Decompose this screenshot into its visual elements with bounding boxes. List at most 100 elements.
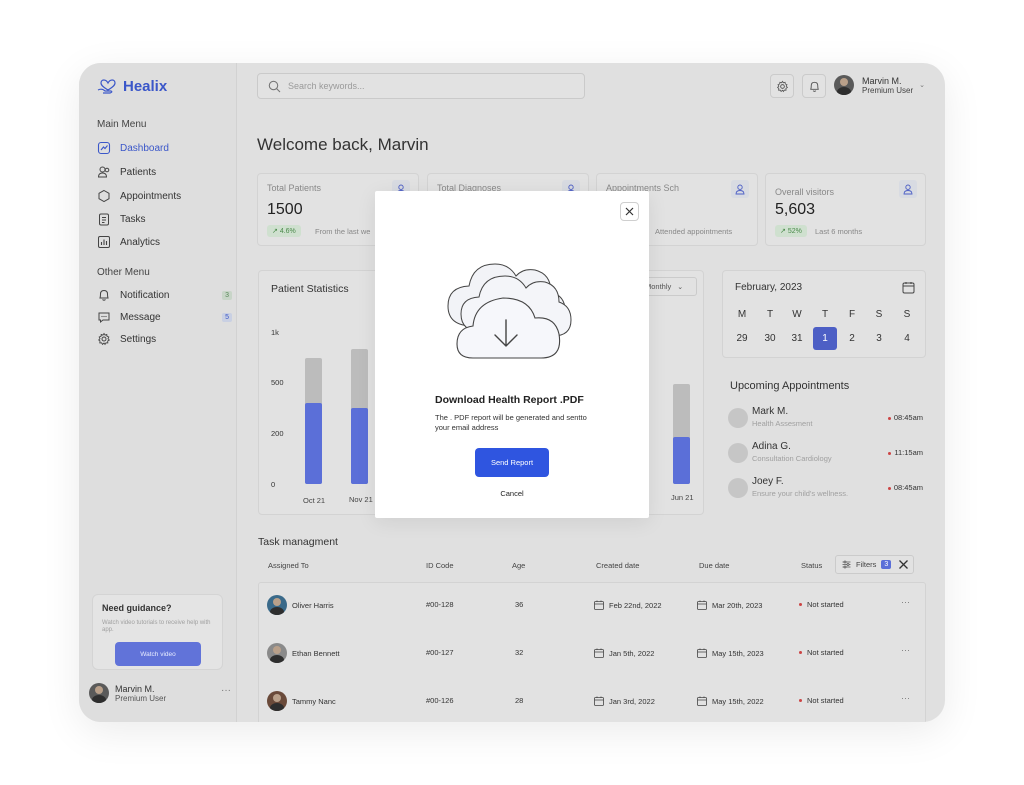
hexagon-icon: [97, 189, 111, 203]
calendar-weekday: T: [821, 309, 829, 320]
filter-icon: [842, 560, 851, 569]
appointment-name: Joey F.: [752, 476, 784, 487]
sidebar-item-settings[interactable]: Settings: [97, 332, 222, 346]
age-cell: 36: [515, 600, 524, 609]
close-icon[interactable]: [898, 559, 909, 570]
table-row[interactable]: Ethan Bennett #00-127 32 Jan 5th, 2022 May 1…: [259, 631, 927, 679]
sidebar-item-patients[interactable]: Patients: [97, 165, 222, 179]
sidebar-item-message[interactable]: Message 5: [97, 310, 232, 324]
notification-count-badge: 3: [222, 290, 232, 300]
calendar-day[interactable]: 29: [731, 333, 753, 344]
created-date-cell: Jan 3rd, 2022: [594, 696, 655, 706]
id-code-cell: #00-128: [426, 600, 454, 609]
appointment-item[interactable]: Joey F. Ensure your child's wellness. 08…: [728, 476, 923, 502]
watch-video-button[interactable]: Watch video: [115, 642, 201, 666]
cloud-download-icon: [447, 263, 572, 359]
task-table: Oliver Harris #00-128 36 Feb 22nd, 2022 Mar …: [258, 582, 926, 722]
created-date-cell: Feb 22nd, 2022: [594, 600, 662, 610]
calendar-month: February, 2023: [735, 282, 803, 293]
due-date: May 15th, 2023: [712, 648, 764, 658]
appointment-time: 08:45am: [888, 483, 923, 492]
table-row[interactable]: Oliver Harris #00-128 36 Feb 22nd, 2022 Mar …: [259, 583, 927, 631]
settings-button[interactable]: [770, 74, 794, 98]
logo[interactable]: Healix: [97, 77, 167, 95]
sidebar-item-notification[interactable]: Notification 3: [97, 288, 232, 302]
status-badge: Not started: [799, 696, 844, 705]
calendar-day[interactable]: 4: [896, 333, 918, 344]
stat-value: 1500: [267, 201, 303, 218]
gear-icon: [776, 80, 788, 92]
other-menu-heading: Other Menu: [97, 267, 150, 278]
avatar: [834, 75, 854, 95]
row-more-icon[interactable]: ···: [901, 597, 910, 607]
chart-bar-value: [673, 436, 690, 484]
task-section-title: Task managment: [258, 536, 338, 548]
avatar: [267, 691, 287, 711]
calendar-icon: [594, 648, 604, 658]
sidebar-item-label: Message: [120, 311, 161, 323]
chart-bar-value: [305, 403, 322, 484]
sidebar-user-profile[interactable]: Marvin M. Premium User ···: [89, 683, 231, 703]
column-header[interactable]: Due date: [699, 561, 729, 570]
appointment-desc: Consultation Cardiology: [752, 454, 832, 463]
calendar-day[interactable]: 2: [841, 333, 863, 344]
sidebar-item-appointments[interactable]: Appointments: [97, 189, 222, 203]
row-more-icon[interactable]: ···: [901, 645, 910, 655]
modal-close-button[interactable]: [620, 202, 639, 221]
sidebar-item-dashboard[interactable]: Dashboard: [97, 141, 222, 155]
appointment-item[interactable]: Mark M. Health Assesment 08:45am: [728, 406, 923, 432]
sidebar-item-tasks[interactable]: Tasks: [97, 212, 222, 226]
x-tick-label: Nov 21: [349, 495, 373, 504]
calendar-weekday: F: [848, 309, 856, 320]
column-header[interactable]: ID Code: [426, 561, 454, 570]
column-header[interactable]: Assigned To: [268, 561, 309, 570]
calendar-day[interactable]: 1: [813, 327, 837, 350]
download-report-modal: Download Health Report .PDF The . PDF re…: [375, 191, 649, 518]
sidebar-item-analytics[interactable]: Analytics: [97, 235, 222, 249]
created-date-cell: Jan 5th, 2022: [594, 648, 654, 658]
assigned-to-cell: Ethan Bennett: [267, 643, 340, 663]
notifications-button[interactable]: [802, 74, 826, 98]
stat-change-badge: ↗ 52%: [775, 225, 807, 237]
message-count-badge: 5: [222, 312, 232, 322]
bell-icon: [97, 288, 111, 302]
row-more-icon[interactable]: ···: [901, 693, 910, 703]
user-role: Premium User: [862, 85, 914, 95]
assignee-name: Ethan Bennett: [292, 648, 340, 658]
calendar-day[interactable]: 3: [868, 333, 890, 344]
y-tick: 500: [271, 378, 284, 387]
column-header[interactable]: Status: [801, 561, 822, 570]
top-user-menu[interactable]: Marvin M. Premium User ⌄: [834, 75, 925, 95]
calendar-icon: [697, 600, 707, 610]
guidance-text: Watch video tutorials to receive help wi…: [102, 620, 211, 634]
y-tick: 200: [271, 429, 284, 438]
search-bar[interactable]: [257, 73, 585, 99]
stat-title: Total Patients: [267, 183, 322, 193]
search-input[interactable]: [288, 81, 568, 91]
y-tick: 1k: [271, 328, 279, 337]
assigned-to-cell: Oliver Harris: [267, 595, 334, 615]
status-badge: Not started: [799, 648, 844, 657]
column-header[interactable]: Created date: [596, 561, 639, 570]
calendar-weekday: S: [875, 309, 883, 320]
stat-title: Overall visitors: [775, 187, 835, 197]
column-header[interactable]: Age: [512, 561, 525, 570]
calendar-icon: [594, 696, 604, 706]
x-tick-label: Oct 21: [303, 496, 326, 505]
guidance-card: Need guidance? Watch video tutorials to …: [92, 594, 223, 670]
more-options-icon[interactable]: ···: [221, 685, 231, 696]
created-date: Jan 3rd, 2022: [609, 696, 655, 706]
due-date-cell: May 15th, 2023: [697, 648, 764, 658]
table-row[interactable]: Tammy Nanc #00-126 28 Jan 3rd, 2022 May 15th…: [259, 679, 927, 722]
avatar: [267, 595, 287, 615]
chart-bar: [305, 357, 322, 484]
calendar-day[interactable]: 31: [786, 333, 808, 344]
calendar-day[interactable]: 30: [759, 333, 781, 344]
appointment-item[interactable]: Adina G. Consultation Cardiology 11:15am: [728, 441, 923, 467]
calendar-weekday: W: [792, 309, 802, 320]
calendar-icon[interactable]: [902, 281, 915, 294]
chart-icon: [97, 235, 111, 249]
send-report-button[interactable]: Send Report: [475, 448, 549, 477]
cancel-button[interactable]: Cancel: [475, 489, 549, 498]
due-date: Mar 20th, 2023: [712, 600, 763, 610]
